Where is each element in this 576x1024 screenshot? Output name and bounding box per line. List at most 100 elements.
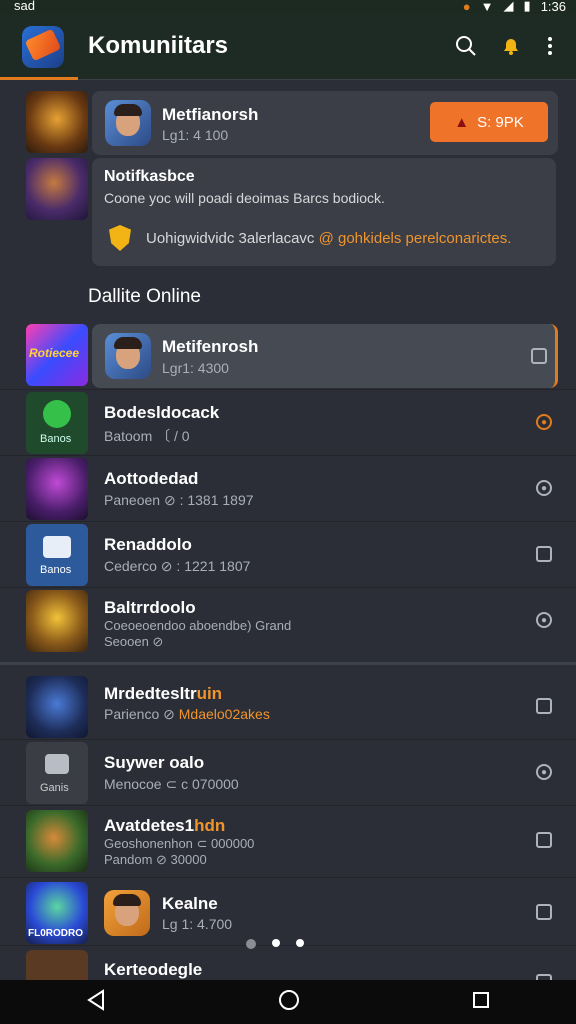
list-item[interactable]: Banos Renaddolo Cederco ⊘ : 1221 1807 (0, 522, 576, 588)
list-item[interactable]: Mrdedtesltruin Parienco ⊘ Mdaelo02akes (0, 674, 576, 740)
player-name: Kerteodegle (104, 960, 203, 979)
briefcase-icon (43, 536, 71, 558)
highlighted-row: Metifenrosh Lgr1: 4300 (92, 324, 558, 388)
player-name-highlight: hdn (194, 816, 226, 835)
status-icon[interactable]: ● (536, 612, 552, 628)
status-icon[interactable]: ● (536, 480, 552, 496)
player-status-highlight: Mdaelo02akes (178, 706, 270, 722)
player-name: Kealne (162, 894, 218, 913)
page-dot[interactable] (246, 939, 256, 949)
player-name-text: Mrdedtesltr (104, 684, 197, 703)
message-icon[interactable] (536, 546, 552, 562)
notification-detail-highlight: @ gohkidels perelconarictes. (318, 230, 512, 247)
game-thumbnail (26, 676, 88, 738)
shield-icon (109, 225, 131, 251)
friend-status: Lgr1: 4300 (162, 360, 229, 376)
page-dot[interactable] (296, 939, 304, 947)
friend-status: Batoom 〔 / 0 (104, 428, 190, 444)
list-item[interactable]: Baltrrdoolo Coeoeoendoo aboendbe) Grand … (0, 588, 576, 656)
game-thumbnail: Banos (26, 524, 88, 586)
thumbnail-label: Banos (40, 564, 72, 576)
app-logo-icon[interactable] (22, 26, 64, 68)
section-divider (0, 662, 576, 665)
game-logo-icon (43, 400, 71, 428)
list-item[interactable]: Aottodedad Paneoen ⊘ : 1381 1897 ● (0, 456, 576, 522)
game-thumbnail (26, 590, 88, 652)
carrier-text: sad (14, 0, 35, 13)
player-status-text: Parienco ⊘ (104, 706, 179, 722)
bell-icon[interactable] (499, 34, 523, 58)
recents-icon[interactable] (472, 991, 490, 1014)
main-content[interactable]: Metfianorsh Lg1: 4 100 ▲ S: 9PK Notifkas… (0, 80, 576, 980)
profile-card[interactable]: Metfianorsh Lg1: 4 100 ▲ S: 9PK (92, 91, 558, 155)
signal-icon: ◢ (503, 0, 514, 13)
player-status: Geoshonenhon ⊂ 000000 (104, 836, 255, 851)
list-item[interactable]: Kerteodegle (0, 946, 576, 980)
friend-name: Metifenrosh (162, 337, 259, 356)
notification-detail-text: Uohigwidvidc 3alerlacavc (146, 230, 319, 247)
battery-icon: ▮ (523, 0, 531, 13)
player-name-highlight: uin (196, 684, 223, 703)
player-status-2: Pandom ⊘ 30000 (104, 852, 207, 867)
notification-card[interactable]: Notifkasbce Coone yoc will poadi deoimas… (92, 158, 556, 266)
back-icon[interactable] (86, 988, 106, 1016)
home-icon[interactable] (278, 989, 300, 1016)
list-item[interactable]: FL0RODRO Kealne Lg 1: 4.700 (0, 878, 576, 946)
status-icon[interactable]: ● (536, 414, 552, 430)
game-thumbnail[interactable] (26, 158, 88, 220)
game-thumbnail (26, 458, 88, 520)
friend-status: Cederco ⊘ : 1221 1807 (104, 558, 251, 574)
wifi-icon: ▼ (480, 0, 494, 14)
notification-title: Notifkasbce (104, 168, 195, 185)
clock: 1:36 (540, 0, 566, 14)
thumbnail-label: Rotiecee (29, 346, 80, 360)
action-button-label: S: 9PK (477, 113, 524, 131)
player-status: Menocoe ⊂ c 070000 (104, 776, 239, 792)
briefcase-icon (45, 754, 69, 774)
friend-name: Bodesldocack (104, 403, 220, 422)
thumbnail-label: Banos (40, 433, 72, 445)
player-name-text: Avatdetes1 (104, 816, 195, 835)
message-icon[interactable] (536, 832, 552, 848)
action-button[interactable]: ▲ S: 9PK (430, 102, 548, 142)
more-menu-icon[interactable] (538, 34, 562, 58)
thumbnail-label: Ganis (40, 782, 69, 794)
list-item[interactable]: Rotiecee Metifenrosh Lgr1: 4300 (0, 324, 576, 390)
list-item[interactable]: Banos Bodesldocack Batoom 〔 / 0 ● (0, 390, 576, 456)
flag-icon: ▲ (454, 113, 470, 131)
player-status: Parienco ⊘ Mdaelo02akes (104, 706, 270, 723)
game-thumbnail: FL0RODRO (26, 882, 88, 944)
profile-name: Metfianorsh (162, 105, 259, 124)
list-item[interactable]: Avatdetes1hdn Geoshonenhon ⊂ 000000 Pand… (0, 806, 576, 878)
notification-body: Coone yoc will poadi deoimas Barcs bodio… (104, 190, 385, 206)
notification-icon: ● (462, 0, 471, 14)
page-indicator[interactable] (246, 939, 304, 949)
profile-level: Lg1: 4 100 (162, 127, 229, 143)
game-thumbnail: Rotiecee (26, 324, 88, 386)
app-bar: Komuniitars (0, 14, 576, 80)
list-item[interactable]: Ganis Suywer oalo Menocoe ⊂ c 070000 ● (0, 740, 576, 806)
notification-detail: Uohigwidvidc 3alerlacavc @ gohkidels per… (146, 230, 511, 247)
message-icon[interactable] (531, 348, 547, 364)
friend-status-2: Seooen ⊘ (104, 634, 164, 649)
avatar (105, 333, 151, 379)
game-thumbnail (26, 810, 88, 872)
thumbnail-label: FL0RODRO (28, 928, 83, 939)
search-icon[interactable] (454, 34, 478, 58)
game-thumbnail[interactable] (26, 91, 88, 153)
avatar (105, 100, 151, 146)
friend-status: Coeoeoendoo aboendbe) Grand (104, 618, 292, 633)
player-name: Avatdetes1hdn (104, 816, 225, 836)
game-thumbnail: Ganis (26, 742, 88, 804)
game-thumbnail: Banos (26, 392, 88, 454)
status-icon[interactable]: ● (536, 764, 552, 780)
game-thumbnail (26, 950, 88, 980)
section-title: Dallite Online (88, 286, 201, 307)
page-title: Komuniitars (88, 32, 229, 59)
avatar (104, 890, 150, 936)
page-dot-active[interactable] (272, 939, 280, 947)
message-icon[interactable] (536, 904, 552, 920)
system-nav-bar (0, 980, 576, 1024)
friend-name: Baltrrdoolo (104, 598, 196, 617)
message-icon[interactable] (536, 698, 552, 714)
